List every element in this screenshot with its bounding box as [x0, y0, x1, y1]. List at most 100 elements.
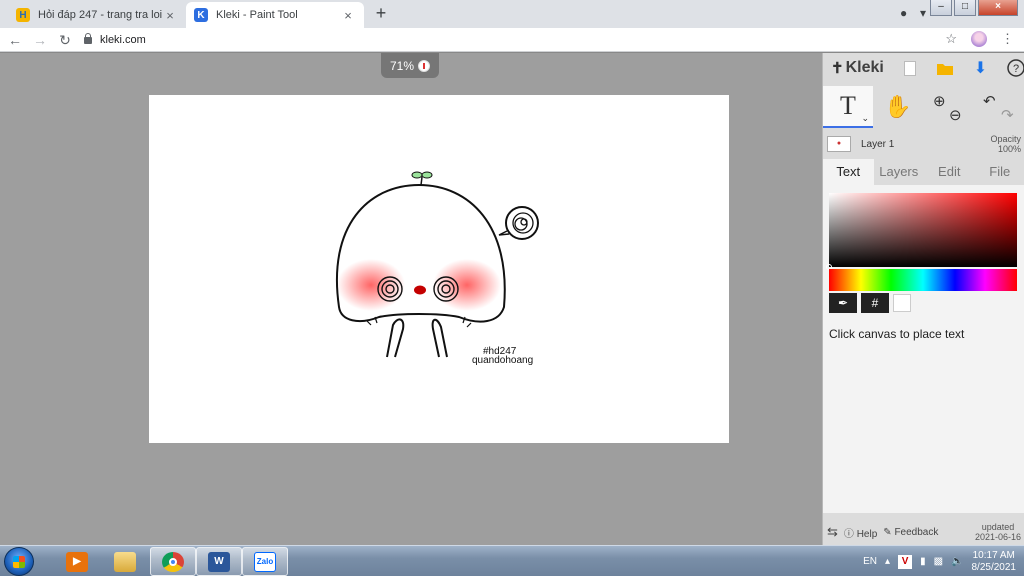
- chevron-down-icon[interactable]: ▾: [920, 6, 926, 20]
- redo-icon[interactable]: ↷: [1001, 106, 1014, 124]
- close-window-icon[interactable]: ×: [978, 0, 1018, 16]
- hue-slider[interactable]: [829, 269, 1017, 291]
- tab-kleki[interactable]: K Kleki - Paint Tool ×: [186, 2, 364, 28]
- address-bar: ← → ↻ kleki.com ☆ ⋮: [0, 28, 1024, 52]
- help-link[interactable]: ⓘ Help: [844, 525, 877, 540]
- device-tray-icon[interactable]: ▮: [920, 556, 926, 567]
- text-tool-panel: ✒ # Click canvas to place text: [823, 185, 1024, 513]
- tab-hoidap[interactable]: H Hỏi đáp 247 - trang tra loi ×: [8, 2, 186, 28]
- opacity-value: 100%: [997, 144, 1021, 154]
- url-field[interactable]: kleki.com: [84, 30, 964, 50]
- drawing-illustration: #hd247 quandohoang: [336, 171, 539, 366]
- tab-edit[interactable]: Edit: [924, 159, 975, 185]
- hex-input-button[interactable]: #: [861, 293, 889, 313]
- panel-tabs: Text Layers Edit File: [823, 159, 1024, 185]
- panel-footer: ⇆ ⓘ Help ✎ Feedback updated 2021-06-16: [823, 519, 1024, 545]
- taskbar-chrome[interactable]: [150, 547, 196, 576]
- updated-label: updated: [981, 522, 1015, 532]
- history-buttons: ↶ ↷: [973, 86, 1023, 128]
- profile-avatar[interactable]: [971, 31, 987, 47]
- saturation-value-picker[interactable]: [826, 193, 1017, 270]
- help-circle-icon[interactable]: ?: [1007, 58, 1024, 78]
- right-blush: [433, 259, 501, 311]
- maximize-icon[interactable]: □: [954, 0, 976, 16]
- drawing-canvas[interactable]: #hd247 quandohoang: [149, 95, 729, 443]
- antivirus-tray-icon[interactable]: V: [898, 554, 913, 569]
- tab-close-icon[interactable]: ×: [162, 8, 178, 23]
- zalo-icon: Zalo: [254, 551, 276, 572]
- undo-icon[interactable]: ↶: [983, 92, 996, 110]
- new-tab-button[interactable]: +: [370, 3, 392, 25]
- help-label: Help: [856, 528, 878, 540]
- right-hand: [431, 318, 448, 358]
- kleki-logo-icon: ✝: [831, 60, 844, 77]
- url-text: kleki.com: [100, 34, 146, 46]
- language-indicator[interactable]: EN: [863, 556, 877, 567]
- reset-zoom-icon[interactable]: [418, 59, 431, 72]
- tab-text[interactable]: Text: [823, 159, 874, 185]
- zoom-out-icon[interactable]: ⊖: [949, 106, 962, 124]
- eyedropper-icon[interactable]: ✒: [829, 293, 857, 313]
- tab-layers[interactable]: Layers: [874, 159, 925, 185]
- swap-side-icon[interactable]: ⇆: [827, 524, 838, 540]
- scribble: [512, 212, 534, 234]
- tab-close-icon[interactable]: ×: [340, 8, 356, 23]
- new-image-icon[interactable]: [902, 58, 919, 78]
- download-icon[interactable]: ⬇: [972, 58, 989, 78]
- feedback-link[interactable]: ✎ Feedback: [883, 527, 938, 538]
- left-hand: [386, 318, 405, 358]
- svg-text:?: ?: [1013, 63, 1019, 75]
- bookmark-star-icon[interactable]: ☆: [945, 31, 957, 47]
- zoom-level: 71%: [389, 58, 415, 73]
- kleki-sidebar: ✝ Kleki ⬇ ? T ⌄ ✋ ⊕ ⊖ ↶ ↷ ● Layer 1 Opac…: [822, 53, 1024, 545]
- kleki-logo[interactable]: ✝ Kleki: [831, 59, 884, 77]
- taskbar-file-explorer[interactable]: [102, 547, 148, 576]
- forward-arrow-icon[interactable]: →: [31, 31, 49, 49]
- tab-title: Hỏi đáp 247 - trang tra loi: [38, 9, 162, 21]
- taskbar-zalo[interactable]: Zalo: [242, 547, 288, 576]
- hand-icon: ✋: [884, 94, 912, 119]
- taskbar-media-player[interactable]: ▶: [54, 547, 100, 576]
- zoom-in-icon[interactable]: ⊕: [933, 92, 946, 110]
- layer-opacity: Opacity 100%: [990, 134, 1021, 154]
- volume-icon[interactable]: 🔈: [951, 556, 963, 567]
- zoom-indicator[interactable]: 71%: [381, 53, 439, 78]
- clock[interactable]: 10:17 AM 8/25/2021: [972, 550, 1017, 574]
- canvas-workspace[interactable]: 71% #hd247 quandohoang: [0, 53, 822, 545]
- back-arrow-icon[interactable]: ←: [6, 31, 24, 49]
- chevron-down-icon[interactable]: ⌄: [861, 113, 869, 124]
- hand-tool-button[interactable]: ✋: [873, 86, 923, 128]
- opacity-label: Opacity: [990, 134, 1021, 144]
- nose: [414, 285, 426, 295]
- chrome-icon: [162, 551, 184, 572]
- clock-date: 8/25/2021: [971, 561, 1017, 573]
- system-tray: EN ▴ V ▮ ▩ 🔈 10:17 AM 8/25/2021: [863, 546, 1024, 576]
- kleki-favicon-icon: K: [194, 8, 208, 22]
- network-icon[interactable]: ▩: [934, 556, 943, 567]
- tab-file[interactable]: File: [975, 159, 1024, 185]
- windows-taskbar: ▶ W Zalo EN ▴ V ▮ ▩ 🔈 10:17 AM 8/25/2021: [0, 545, 1024, 576]
- minimize-icon[interactable]: –: [930, 0, 952, 16]
- open-folder-icon[interactable]: [937, 58, 954, 78]
- text-tool-button[interactable]: T ⌄: [823, 86, 873, 128]
- word-icon: W: [208, 551, 230, 572]
- current-layer-row[interactable]: ● Layer 1 Opacity 100%: [823, 131, 1024, 157]
- kleki-brand-name: Kleki: [845, 59, 884, 76]
- window-controls: – □ ×: [930, 0, 1018, 16]
- hoidap-favicon-icon: H: [16, 8, 30, 22]
- sprout-stem: [420, 176, 423, 186]
- current-color-swatch[interactable]: [893, 294, 911, 312]
- tray-expand-icon[interactable]: ▴: [885, 556, 890, 567]
- feedback-label: Feedback: [894, 526, 939, 538]
- taskbar-word[interactable]: W: [196, 547, 242, 576]
- updated-date: 2021-06-16: [974, 532, 1021, 542]
- lock-icon: [84, 32, 92, 44]
- tab-search-icon[interactable]: ●: [900, 6, 907, 20]
- sprout-leaf: [421, 171, 433, 179]
- menu-kebab-icon[interactable]: ⋮: [1001, 31, 1014, 47]
- start-button[interactable]: [4, 547, 34, 576]
- tool-hint: Click canvas to place text: [829, 327, 965, 341]
- motion-lines: [366, 316, 472, 328]
- reload-icon[interactable]: ↻: [56, 31, 74, 49]
- media-player-icon: ▶: [66, 551, 88, 572]
